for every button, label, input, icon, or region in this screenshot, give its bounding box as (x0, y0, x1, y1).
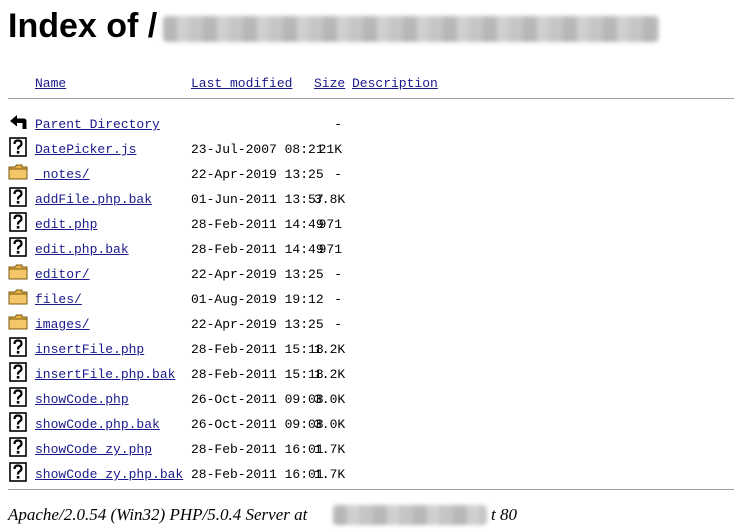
size-cell: 3.0K (314, 392, 346, 407)
file-link[interactable]: insertFile.php.bak (35, 367, 175, 382)
table-row: edit.php.bak 28-Feb-2011 14:49 971 (0, 235, 736, 260)
table-row: insertFile.php.bak 28-Feb-2011 15:18 1.2K (0, 360, 736, 385)
folder-icon[interactable] (8, 287, 28, 307)
size-cell: - (334, 117, 342, 132)
last-modified-cell: 28-Feb-2011 14:49 (191, 242, 324, 257)
back-icon[interactable] (8, 112, 28, 132)
file-link[interactable]: addFile.php.bak (35, 192, 152, 207)
last-modified-cell: 22-Apr-2019 13:25 (191, 317, 324, 332)
unknown-file-icon[interactable] (8, 137, 28, 157)
file-link[interactable]: showCode.php (35, 392, 129, 407)
unknown-file-icon[interactable] (8, 462, 28, 482)
table-row: addFile.php.bak 01-Jun-2011 13:57 3.8K (0, 185, 736, 210)
server-signature-text: Apache/2.0.54 (Win32) PHP/5.0.4 Server a… (8, 505, 308, 524)
table-row: insertFile.php 28-Feb-2011 15:18 1.2K (0, 335, 736, 360)
size-cell: 971 (318, 217, 342, 232)
server-port-text: t 80 (491, 505, 517, 524)
folder-icon[interactable] (8, 162, 28, 182)
size-cell: 1.2K (314, 342, 346, 357)
unknown-file-icon[interactable] (8, 437, 28, 457)
table-row: showCode_zy.php 28-Feb-2011 16:01 1.7K (0, 435, 736, 460)
last-modified-cell: 22-Apr-2019 13:25 (191, 167, 324, 182)
size-cell: 1.7K (314, 442, 346, 457)
last-modified-cell: 01-Aug-2019 19:12 (191, 292, 324, 307)
sort-by-name-link[interactable]: Name (35, 76, 66, 91)
last-modified-cell: 26-Oct-2011 09:08 (191, 392, 324, 407)
last-modified-cell: 26-Oct-2011 09:08 (191, 417, 324, 432)
size-cell: 971 (318, 242, 342, 257)
table-row: images/22-Apr-2019 13:25- (0, 310, 736, 335)
size-cell: 3.0K (314, 417, 346, 432)
size-cell: - (334, 267, 342, 282)
footer-divider (8, 489, 734, 490)
table-row: edit.php 28-Feb-2011 14:49 971 (0, 210, 736, 235)
table-row: editor/22-Apr-2019 13:25- (0, 260, 736, 285)
folder-icon[interactable] (8, 312, 28, 332)
unknown-file-icon[interactable] (8, 412, 28, 432)
last-modified-cell: 23-Jul-2007 08:21 (191, 142, 324, 157)
table-row: showCode.php.bak 26-Oct-2011 09:08 3.0K (0, 410, 736, 435)
file-link[interactable]: _notes/ (35, 167, 90, 182)
header-divider (8, 98, 734, 99)
file-link[interactable]: editor/ (35, 267, 90, 282)
last-modified-cell: 01-Jun-2011 13:57 (191, 192, 324, 207)
table-row: DatePicker.js 23-Jul-2007 08:21 21K (0, 135, 736, 160)
table-row: showCode_zy.php.bak 28-Feb-2011 16:01 1.7K (0, 460, 736, 485)
size-cell: 21K (318, 142, 342, 157)
last-modified-cell: 28-Feb-2011 14:49 (191, 217, 324, 232)
file-link[interactable]: showCode_zy.php.bak (35, 467, 183, 482)
unknown-file-icon[interactable] (8, 187, 28, 207)
parent-directory-link[interactable]: Parent Directory (35, 117, 160, 132)
size-cell: 3.8K (314, 192, 346, 207)
sort-by-description-link[interactable]: Description (352, 76, 438, 91)
parent-directory-row: Parent Directory - (0, 110, 736, 135)
last-modified-cell: 28-Feb-2011 15:18 (191, 367, 324, 382)
last-modified-cell: 22-Apr-2019 13:25 (191, 267, 324, 282)
size-cell: 1.2K (314, 367, 346, 382)
sort-by-size-link[interactable]: Size (314, 76, 345, 91)
redacted-path-overlay (163, 16, 659, 42)
file-link[interactable]: showCode.php.bak (35, 417, 160, 432)
unknown-file-icon[interactable] (8, 237, 28, 257)
size-cell: - (334, 292, 342, 307)
unknown-file-icon[interactable] (8, 387, 28, 407)
table-row: files/01-Aug-2019 19:12- (0, 285, 736, 310)
size-cell: 1.7K (314, 467, 346, 482)
table-row: showCode.php 26-Oct-2011 09:08 3.0K (0, 385, 736, 410)
sort-by-last-modified-link[interactable]: Last modified (191, 76, 292, 91)
file-link[interactable]: DatePicker.js (35, 142, 136, 157)
server-signature: Apache/2.0.54 (Win32) PHP/5.0.4 Server a… (8, 505, 517, 525)
size-cell: - (334, 167, 342, 182)
unknown-file-icon[interactable] (8, 362, 28, 382)
unknown-file-icon[interactable] (8, 212, 28, 232)
file-link[interactable]: files/ (35, 292, 82, 307)
last-modified-cell: 28-Feb-2011 16:01 (191, 442, 324, 457)
file-link[interactable]: images/ (35, 317, 90, 332)
file-link[interactable]: insertFile.php (35, 342, 144, 357)
file-link[interactable]: edit.php (35, 217, 97, 232)
redacted-host-overlay (333, 505, 487, 525)
folder-icon[interactable] (8, 262, 28, 282)
size-cell: - (334, 317, 342, 332)
file-link[interactable]: showCode_zy.php (35, 442, 152, 457)
table-row: _notes/22-Apr-2019 13:25- (0, 160, 736, 185)
last-modified-cell: 28-Feb-2011 16:01 (191, 467, 324, 482)
file-link[interactable]: edit.php.bak (35, 242, 129, 257)
unknown-file-icon[interactable] (8, 337, 28, 357)
last-modified-cell: 28-Feb-2011 15:18 (191, 342, 324, 357)
page-title: Index of / (8, 7, 158, 45)
